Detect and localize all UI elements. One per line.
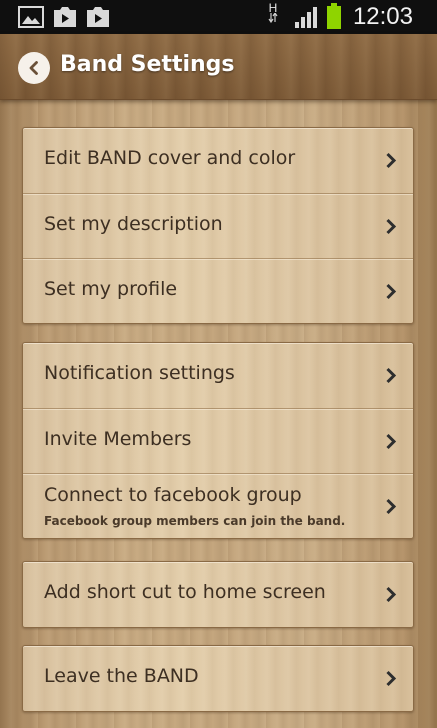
status-time: 12:03 (352, 3, 413, 30)
menu-item-label: Edit BAND cover and color (44, 147, 296, 169)
back-arrow-icon (29, 61, 38, 75)
menu-item-label: Set my description (44, 213, 223, 235)
status-bar: H 12:03 (0, 0, 437, 34)
play-store-icon (87, 7, 109, 27)
menu-item-label: Add short cut to home screen (44, 581, 326, 603)
chevron-right-icon (386, 218, 397, 235)
play-store-icon (54, 7, 76, 27)
chevron-right-icon (386, 498, 397, 515)
network-type-indicator: H (268, 2, 278, 24)
menu-item-label: Leave the BAND (44, 665, 199, 687)
settings-group-leave: Leave the BAND (22, 645, 414, 712)
data-arrows-icon (268, 11, 278, 24)
menu-item-invite-members[interactable]: Invite Members (23, 408, 413, 473)
menu-item-label: Set my profile (44, 278, 178, 300)
signal-icon (295, 7, 317, 28)
menu-item-edit-band-cover[interactable]: Edit BAND cover and color (23, 128, 413, 193)
battery-icon (327, 3, 341, 29)
menu-item-sublabel: Facebook group members can join the band… (44, 514, 346, 528)
menu-item-add-shortcut[interactable]: Add short cut to home screen (23, 562, 413, 627)
menu-item-connect-facebook-group[interactable]: Connect to facebook group Facebook group… (23, 473, 413, 538)
chevron-right-icon (386, 586, 397, 603)
app-header: Band Settings (0, 34, 437, 100)
back-button[interactable] (18, 52, 50, 84)
menu-item-notification-settings[interactable]: Notification settings (23, 343, 413, 408)
menu-item-label: Invite Members (44, 428, 192, 450)
menu-item-label: Notification settings (44, 362, 235, 384)
menu-item-label: Connect to facebook group (44, 484, 302, 506)
settings-group-members: Notification settings Invite Members Con… (22, 342, 414, 539)
page-title: Band Settings (60, 52, 235, 77)
chevron-right-icon (386, 367, 397, 384)
settings-group-shortcut: Add short cut to home screen (22, 561, 414, 628)
chevron-right-icon (386, 152, 397, 169)
chevron-right-icon (386, 670, 397, 687)
settings-group-band: Edit BAND cover and color Set my descrip… (22, 127, 414, 324)
chevron-right-icon (386, 433, 397, 450)
gallery-icon (18, 6, 44, 28)
menu-item-set-description[interactable]: Set my description (23, 193, 413, 258)
menu-item-set-profile[interactable]: Set my profile (23, 258, 413, 323)
menu-item-leave-band[interactable]: Leave the BAND (23, 646, 413, 711)
chevron-right-icon (386, 283, 397, 300)
